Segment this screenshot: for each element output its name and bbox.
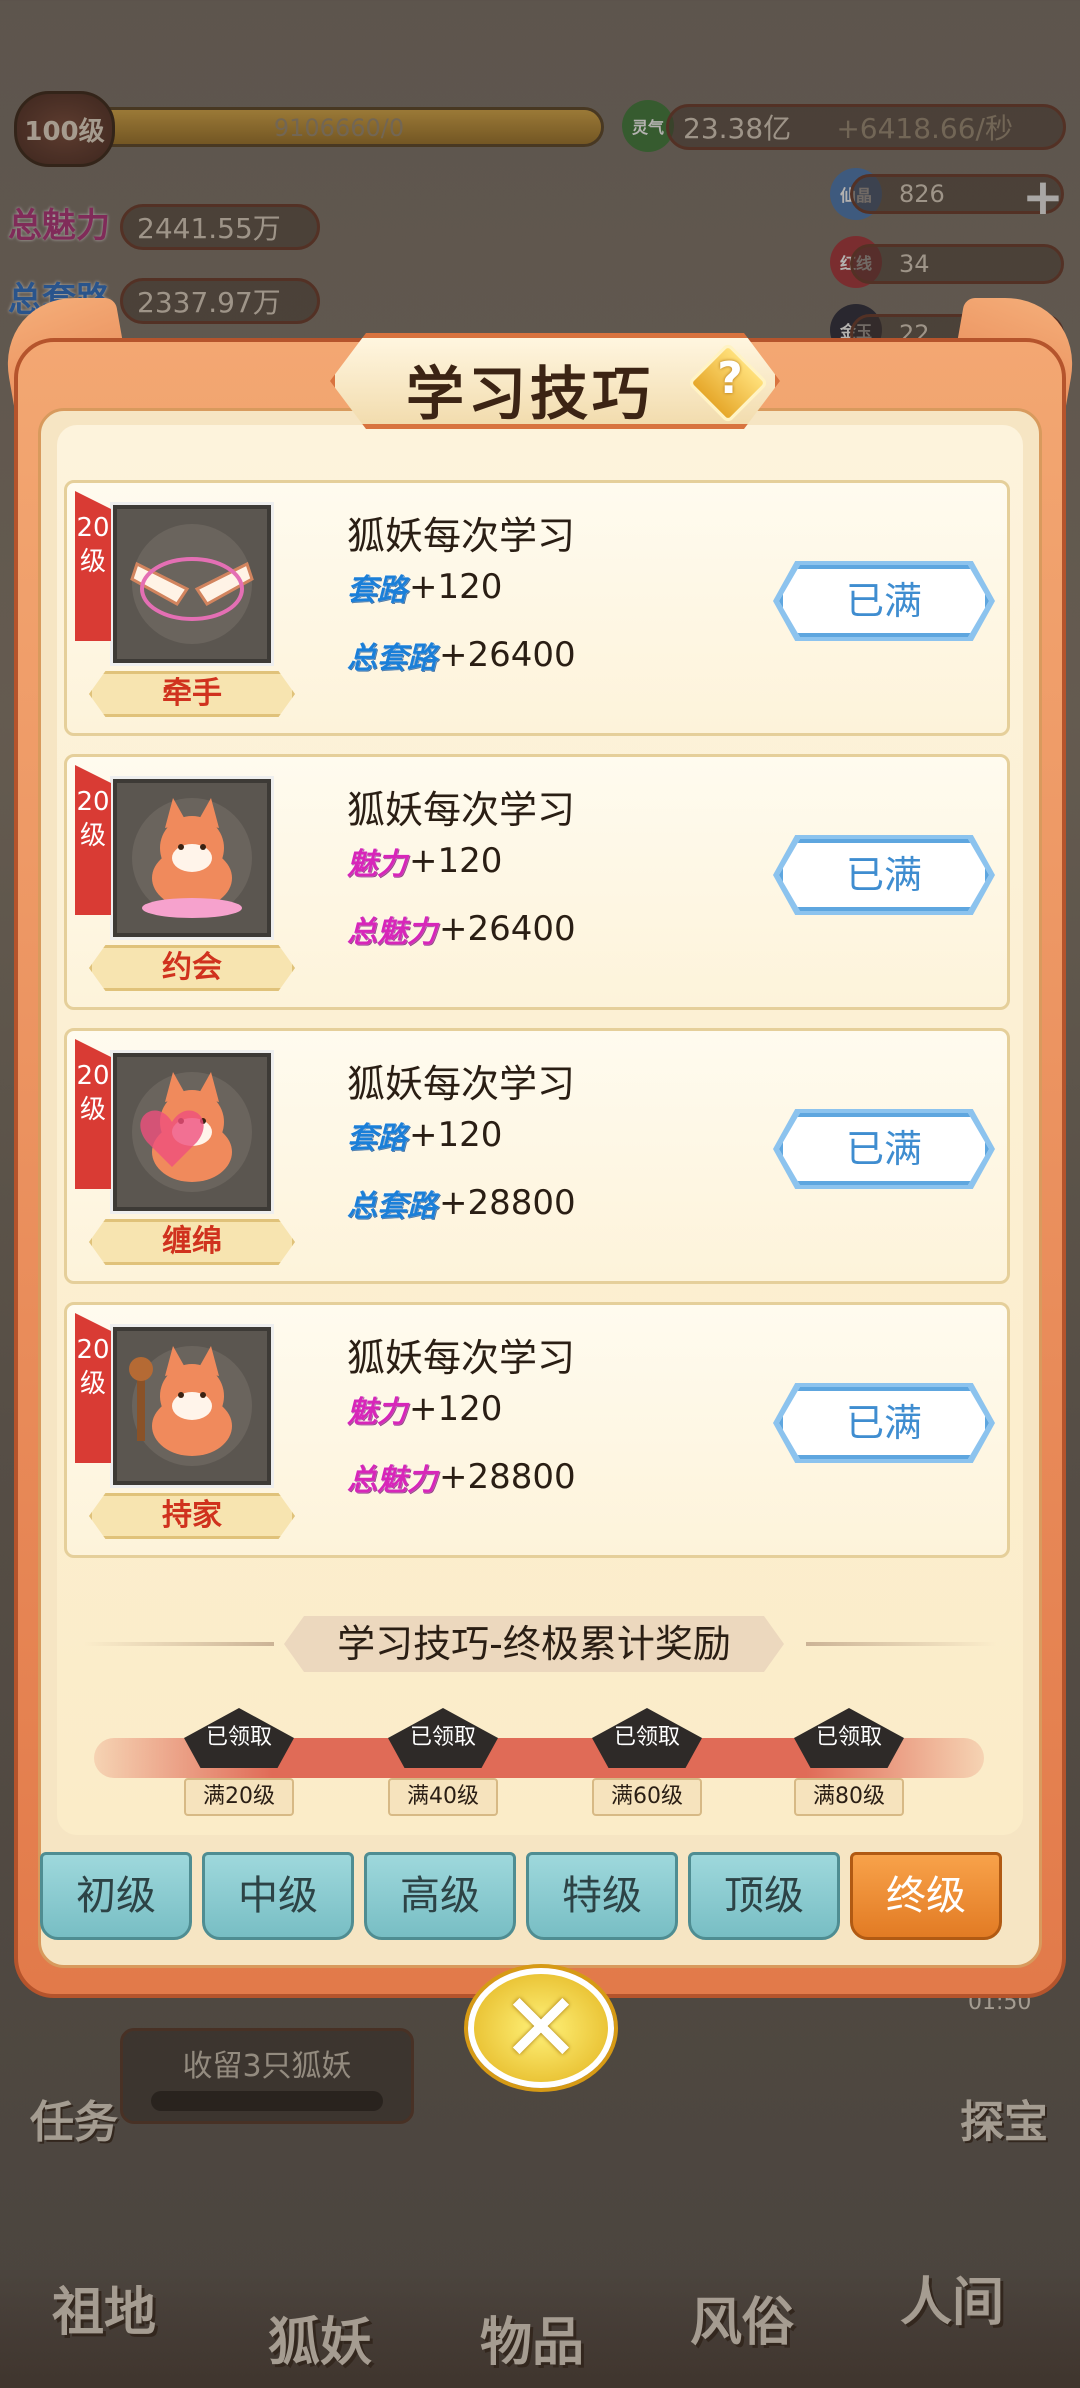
reward-divider-left [84, 1642, 274, 1646]
skill-heading: 狐妖每次学习 [347, 788, 576, 832]
reward-requirement: 满40级 [388, 1778, 498, 1816]
skill-name: 缠绵 [89, 1219, 295, 1265]
reward-divider-right [806, 1642, 996, 1646]
skill-heading: 狐妖每次学习 [347, 514, 576, 558]
fox-heart-icon [113, 1053, 271, 1211]
reward-requirement: 满20级 [184, 1778, 294, 1816]
stat-value: +120 [409, 841, 503, 881]
skill-stat-total: 总套路 +26400 [347, 633, 576, 677]
total-stat-tag: 总魅力 [347, 915, 437, 950]
total-charm-value: 2441.55万 [120, 204, 320, 250]
lingqi-pill: 23.38亿 +6418.66/秒 [666, 104, 1066, 150]
skill-name: 牵手 [89, 671, 295, 717]
skill-stat-per-learn: 魅力 +120 [347, 1387, 502, 1431]
tab-top[interactable]: 顶级 [688, 1852, 840, 1940]
level-bar: 9106660/0 100级 [14, 91, 604, 167]
level-ribbon: 20级 [75, 1313, 111, 1463]
reward-title: 学习技巧-终极累计奖励 [284, 1616, 784, 1672]
level-ribbon: 20级 [75, 765, 111, 915]
skill-heading: 狐妖每次学习 [347, 1062, 576, 1106]
level-ribbon: 20级 [75, 1039, 111, 1189]
total-stat-tag: 总套路 [347, 641, 437, 676]
skill-heading: 狐妖每次学习 [347, 1336, 576, 1380]
fox-date-icon [113, 779, 271, 937]
tab-advanced[interactable]: 高级 [364, 1852, 516, 1940]
total-stat-value: +28800 [439, 1183, 576, 1223]
total-stat-value: +26400 [439, 635, 576, 675]
red-thread-value: 34 [850, 244, 1064, 284]
close-icon[interactable]: ✕ [474, 1978, 608, 2078]
modal-title: 学习技巧 [405, 360, 654, 428]
tab-ultimate[interactable]: 终级 [850, 1852, 1002, 1940]
skill-card: 20级 牵手 狐妖每次学习 套路 +120 总套路 +26400 已满 [64, 480, 1010, 736]
task-text: 收留3只狐妖 [182, 2049, 352, 2084]
task-button[interactable]: 任务 [30, 2086, 118, 2150]
stat-tag: 套路 [347, 573, 407, 608]
lingqi-value: 23.38亿 [683, 112, 792, 145]
skill-stat-per-learn: 魅力 +120 [347, 839, 502, 883]
total-stat-tag: 总魅力 [347, 1463, 437, 1498]
nav-ancestral-land[interactable]: 祖地 [52, 2270, 156, 2345]
lingqi-rate: +6418.66/秒 [836, 112, 1013, 145]
exp-text: 9106660/0 [273, 114, 405, 142]
tab-special[interactable]: 特级 [526, 1852, 678, 1940]
total-stat-tag: 总套路 [347, 1189, 437, 1224]
holding-hands-icon [113, 505, 271, 663]
treasure-button[interactable]: 探宝 [960, 2086, 1048, 2150]
maxed-button[interactable]: 已满 [779, 1113, 989, 1185]
task-pill[interactable]: 收留3只狐妖 [120, 2028, 414, 2124]
skill-stat-total: 总套路 +28800 [347, 1181, 576, 1225]
tab-intermediate[interactable]: 中级 [202, 1852, 354, 1940]
stat-value: +120 [409, 1389, 503, 1429]
skill-card: 20级 持家 狐妖每次学习 魅力 +120 总魅力 +28800 已满 [64, 1302, 1010, 1558]
maxed-button[interactable]: 已满 [779, 565, 989, 637]
stat-tag: 套路 [347, 1121, 407, 1156]
maxed-button[interactable]: 已满 [779, 839, 989, 911]
exp-bar: 9106660/0 [74, 107, 604, 147]
stat-value: +120 [409, 1115, 503, 1155]
help-icon[interactable]: ? [708, 353, 752, 404]
skill-name: 约会 [89, 945, 295, 991]
level-ribbon: 20级 [75, 491, 111, 641]
tab-beginner[interactable]: 初级 [40, 1852, 192, 1940]
skill-card: 20级 缠绵 狐妖每次学习 套路 +120 总套路 +28800 已满 [64, 1028, 1010, 1284]
modal-title-plate: 学习技巧 ? [330, 333, 780, 433]
total-charm-label: 总魅力 [8, 206, 110, 246]
nav-items[interactable]: 物品 [480, 2300, 584, 2375]
skill-card: 20级 约会 狐妖每次学习 魅力 +120 总魅力 +26400 已满 [64, 754, 1010, 1010]
skill-name: 持家 [89, 1493, 295, 1539]
skill-stat-per-learn: 套路 +120 [347, 1113, 502, 1157]
task-progress-bar [151, 2091, 383, 2111]
stat-tag: 魅力 [347, 847, 407, 882]
nav-customs[interactable]: 风俗 [690, 2280, 794, 2355]
fox-housekeeping-icon [113, 1327, 271, 1485]
total-stat-value: +26400 [439, 909, 576, 949]
skill-stat-per-learn: 套路 +120 [347, 565, 502, 609]
maxed-button[interactable]: 已满 [779, 1387, 989, 1459]
skill-stat-total: 总魅力 +26400 [347, 907, 576, 951]
nav-human-world[interactable]: 人间 [900, 2260, 1004, 2335]
skill-stat-total: 总魅力 +28800 [347, 1455, 576, 1499]
nav-fox[interactable]: 狐妖 [268, 2300, 372, 2375]
reward-requirement: 满80级 [794, 1778, 904, 1816]
total-stat-value: +28800 [439, 1457, 576, 1497]
level-badge[interactable]: 100级 [14, 91, 115, 167]
reward-requirement: 满60级 [592, 1778, 702, 1816]
close-button[interactable]: ✕ [468, 1968, 614, 2088]
learning-skills-modal: 学习技巧 ? 20级 牵手 狐妖每次学习 套路 +120 总套路 +26400 [0, 298, 1080, 1998]
stat-value: +120 [409, 567, 503, 607]
stat-tag: 魅力 [347, 1395, 407, 1430]
add-currency-button[interactable]: + [1022, 168, 1064, 226]
